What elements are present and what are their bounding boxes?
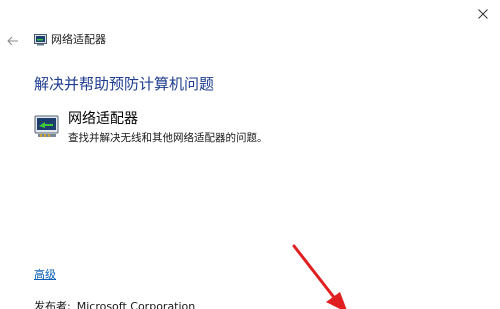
advanced-link[interactable]: 高级 [34,268,56,282]
close-button[interactable] [466,0,500,28]
troubleshooter-item-network-adapter[interactable]: 网络适配器 查找并解决无线和其他网络适配器的问题。 [34,110,434,150]
item-description: 查找并解决无线和其他网络适配器的问题。 [68,132,268,144]
back-arrow-icon [7,36,18,46]
publisher-info: 发布者: Microsoft Corporation [34,300,195,309]
publisher-value: Microsoft Corporation [76,300,196,309]
item-title: 网络适配器 [68,111,138,127]
network-adapter-icon [34,34,47,46]
page-heading: 解决并帮助预防计算机问题 [34,75,215,93]
window-title: 网络适配器 [51,33,106,46]
troubleshooter-window: 网络适配器 解决并帮助预防计算机问题 网络适配器 查找并解决无线和其他网络适配器… [0,0,500,309]
wizard-header: 网络适配器 [0,31,460,51]
publisher-label: 发布者: [34,300,71,309]
close-icon [478,9,488,19]
back-button[interactable] [5,31,21,51]
network-adapter-icon [34,115,59,137]
